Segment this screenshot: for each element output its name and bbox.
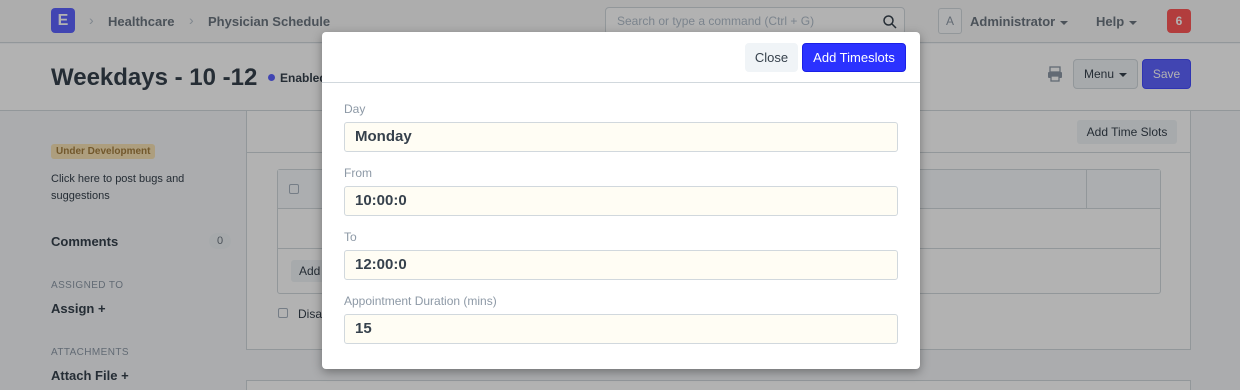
day-label: Day (344, 102, 366, 116)
day-field[interactable]: Monday (344, 122, 898, 152)
from-time-field[interactable]: 10:00:0 (344, 186, 898, 216)
close-button[interactable]: Close (745, 43, 798, 72)
from-label: From (344, 166, 372, 180)
dialog-header: Close Add Timeslots (322, 32, 920, 83)
add-timeslots-dialog: Close Add Timeslots Day Monday From 10:0… (322, 32, 920, 369)
duration-field[interactable]: 15 (344, 314, 898, 344)
to-label: To (344, 230, 357, 244)
duration-label: Appointment Duration (mins) (344, 294, 497, 308)
to-time-field[interactable]: 12:00:0 (344, 250, 898, 280)
add-timeslots-button[interactable]: Add Timeslots (802, 43, 906, 72)
